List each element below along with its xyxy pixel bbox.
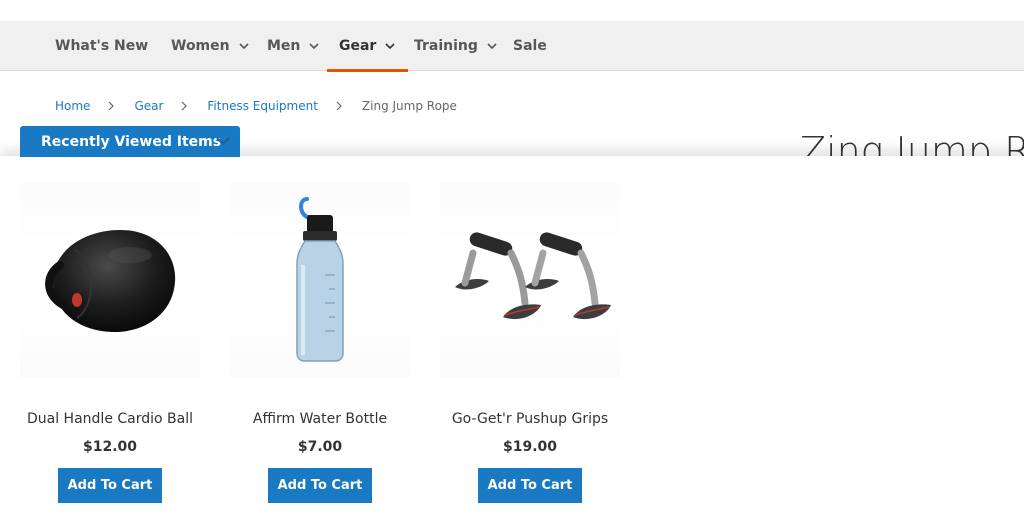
chevron-down-icon: [239, 43, 249, 50]
chevron-right-icon: [181, 101, 188, 111]
add-to-cart-button[interactable]: Add To Cart: [268, 468, 372, 503]
product-price: $7.00: [297, 439, 343, 455]
nav-item-label: Gear: [339, 38, 377, 54]
product-image[interactable]: [440, 183, 620, 377]
nav-item-gear[interactable]: Gear: [326, 21, 409, 72]
product-card: Go-Get'r Pushup Grips $19.00 Add To Cart: [440, 183, 620, 503]
page-title: Zing Jump Rope: [800, 129, 1024, 157]
nav-item-label: Men: [267, 38, 301, 54]
product-name[interactable]: Dual Handle Cardio Ball: [20, 411, 200, 427]
nav-item-label: What's New: [55, 38, 149, 54]
product-image[interactable]: [20, 183, 200, 377]
pushup-grips-image: [455, 232, 611, 320]
add-to-cart-button[interactable]: Add To Cart: [478, 468, 582, 503]
nav-item-women[interactable]: Women: [171, 21, 250, 71]
nav-item-label: Sale: [513, 38, 547, 54]
chevron-down-icon: [487, 43, 497, 50]
breadcrumb-fitness-equipment[interactable]: Fitness Equipment: [207, 99, 318, 113]
header-top-strip: [0, 0, 1024, 21]
nav-item-whats-new[interactable]: What's New: [55, 21, 148, 71]
add-to-cart-button[interactable]: Add To Cart: [58, 468, 162, 503]
product-image[interactable]: [230, 183, 410, 377]
main-navigation: What's New Women Men Gear Training Sale: [0, 21, 1024, 72]
product-card: Dual Handle Cardio Ball $12.00 Add To Ca…: [20, 183, 200, 503]
breadcrumb: Home Gear Fitness Equipment Zing Jump Ro…: [55, 96, 457, 116]
cardio-ball-image: [45, 230, 176, 332]
breadcrumb-current: Zing Jump Rope: [361, 99, 457, 113]
nav-item-label: Women: [171, 38, 230, 54]
chevron-down-icon: [309, 43, 319, 50]
nav-item-label: Training: [414, 38, 478, 54]
product-price: $19.00: [502, 439, 558, 455]
recently-viewed-tab[interactable]: Recently Viewed Items: [20, 126, 240, 157]
product-card: Affirm Water Bottle $7.00 Add To Cart: [230, 183, 410, 503]
product-price: $12.00: [82, 439, 138, 455]
chevron-right-icon: [109, 101, 115, 111]
product-name[interactable]: Go-Get'r Pushup Grips: [440, 411, 620, 427]
chevron-down-icon: [216, 137, 230, 146]
chevron-down-icon: [385, 43, 395, 50]
nav-item-men[interactable]: Men: [267, 21, 320, 71]
nav-item-training[interactable]: Training: [414, 21, 498, 71]
nav-item-sale[interactable]: Sale: [513, 21, 547, 71]
breadcrumb-gear[interactable]: Gear: [134, 99, 163, 113]
recently-viewed-tab-label: Recently Viewed Items: [41, 133, 222, 150]
product-name[interactable]: Affirm Water Bottle: [230, 411, 410, 427]
recently-viewed-panel: Dual Handle Cardio Ball $12.00 Add To Ca…: [0, 156, 1024, 522]
water-bottle-image: [296, 197, 344, 362]
breadcrumb-home[interactable]: Home: [55, 99, 90, 113]
chevron-right-icon: [336, 101, 342, 111]
